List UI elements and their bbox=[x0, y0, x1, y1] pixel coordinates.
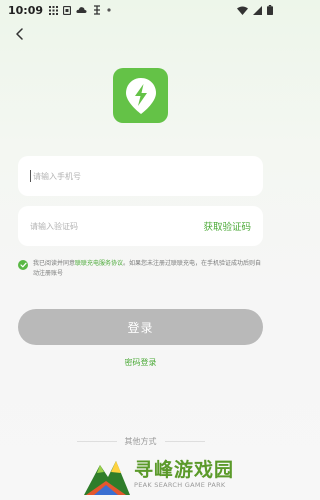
app-logo-small-icon bbox=[94, 5, 101, 15]
back-button[interactable] bbox=[10, 25, 28, 43]
text-caret bbox=[30, 170, 31, 182]
other-login-methods: 其他方式 bbox=[0, 436, 281, 447]
watermark: 寻峰游戏园 PEAK SEARCH GAME PARK bbox=[80, 450, 280, 498]
agreement-checkbox[interactable] bbox=[18, 260, 28, 270]
status-bar: 10:09 bbox=[0, 0, 281, 20]
app-logo bbox=[113, 68, 168, 123]
checked-circle-icon bbox=[19, 262, 27, 268]
status-time: 10:09 bbox=[8, 3, 44, 17]
agreement-row: 我已阅读并同意联联充电服务协议。如果您未注册过联联充电，在手机验证成功后则自动注… bbox=[18, 259, 263, 279]
code-field[interactable]: 获取验证码 bbox=[18, 206, 263, 246]
back-arrow-icon bbox=[15, 28, 23, 40]
other-ways-label: 其他方式 bbox=[124, 437, 157, 446]
watermark-text: 寻峰游戏园 PEAK SEARCH GAME PARK bbox=[134, 459, 234, 489]
service-agreement-link[interactable]: 联联充电服务协议 bbox=[75, 260, 123, 267]
agreement-text: 我已阅读并同意联联充电服务协议。如果您未注册过联联充电，在手机验证成功后则自动注… bbox=[33, 259, 263, 279]
divider-left bbox=[76, 441, 117, 442]
system-icons bbox=[237, 5, 273, 15]
get-code-button[interactable]: 获取验证码 bbox=[203, 219, 251, 233]
login-button[interactable]: 登录 bbox=[18, 309, 263, 345]
app-notification-icon bbox=[63, 5, 72, 15]
battery-icon bbox=[267, 5, 273, 15]
cloud-icon bbox=[76, 7, 87, 13]
password-login-link[interactable]: 密码登录 bbox=[0, 357, 281, 368]
watermark-title: 寻峰游戏园 bbox=[134, 459, 235, 481]
grid-app-icon bbox=[49, 5, 59, 15]
phone-field[interactable] bbox=[18, 156, 263, 196]
divider-right bbox=[164, 441, 205, 442]
charging-bolt-icon bbox=[125, 77, 156, 114]
watermark-subtitle: PEAK SEARCH GAME PARK bbox=[134, 481, 226, 489]
dot-icon bbox=[107, 8, 111, 12]
agreement-prefix: 我已阅读并同意 bbox=[33, 260, 76, 267]
code-input[interactable] bbox=[30, 221, 198, 231]
notification-icons bbox=[49, 5, 111, 15]
wifi-icon bbox=[237, 6, 248, 15]
signal-icon bbox=[253, 5, 262, 15]
mountain-logo-icon bbox=[84, 461, 130, 495]
phone-input[interactable] bbox=[33, 171, 251, 181]
